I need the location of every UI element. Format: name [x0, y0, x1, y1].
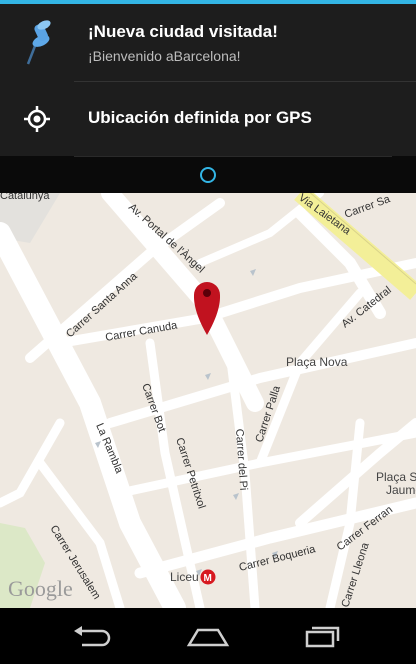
google-logo: Google — [8, 576, 73, 601]
home-button[interactable] — [178, 620, 238, 652]
back-icon — [74, 626, 111, 647]
recent-apps-icon — [305, 626, 340, 648]
map-canvas[interactable]: Catalunya Av. Portal de l'Àngel Via Laie… — [0, 193, 416, 608]
notification-title: Ubicación definida por GPS — [88, 108, 312, 127]
notification-gps[interactable]: Ubicación definida por GPS — [0, 82, 416, 156]
back-button[interactable] — [62, 620, 122, 652]
notification-icon-box — [0, 4, 74, 82]
recent-apps-button[interactable] — [294, 620, 354, 652]
system-navigation-bar — [0, 608, 416, 664]
street-label-catalunya: Catalunya — [0, 193, 50, 202]
handle-divider — [74, 156, 392, 157]
notification-new-city[interactable]: ¡Nueva ciudad visitada! ¡Bienvenido aBar… — [0, 4, 416, 82]
gps-target-icon — [24, 106, 50, 132]
pushpin-icon — [26, 20, 51, 65]
metro-symbol: M — [204, 573, 212, 584]
shade-drag-handle[interactable] — [0, 156, 416, 193]
notification-subtitle: ¡Bienvenido aBarcelona! — [88, 48, 241, 64]
handle-ring-icon — [200, 166, 216, 183]
notification-icon-box — [0, 82, 74, 156]
place-label-placa-sant-jaume: Plaça Sa — [376, 470, 416, 484]
map-view[interactable]: Catalunya Av. Portal de l'Àngel Via Laie… — [0, 193, 416, 608]
place-label-placa-nova: Plaça Nova — [286, 355, 348, 369]
home-icon — [186, 628, 230, 647]
place-label-liceu: Liceu — [170, 570, 199, 584]
notification-shade: ¡Nueva ciudad visitada! ¡Bienvenido aBar… — [0, 0, 416, 193]
metro-icon: M — [200, 569, 216, 585]
place-label-jaume: Jaume — [386, 483, 416, 497]
notification-title: ¡Nueva ciudad visitada! — [88, 22, 278, 41]
